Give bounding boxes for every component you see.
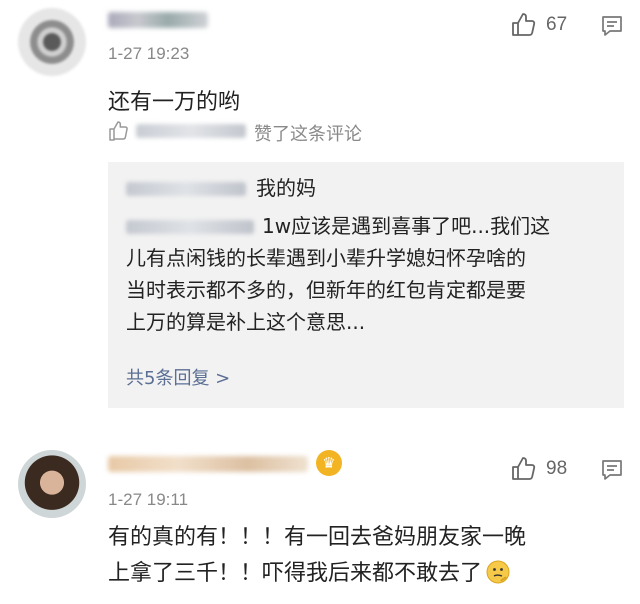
comment-text-line: 有的真的有！！！有一回去爸妈朋友家一晚 (108, 525, 527, 550)
thumbs-up-icon[interactable] (510, 12, 536, 38)
comment-item: 1-27 19:23 67 还有一万的哟 赞了这条评论 我的妈 1w应该是遇到喜… (0, 0, 640, 430)
liked-by-username-blurred[interactable] (136, 124, 246, 138)
comment-text-line: 上拿了三千！！吓得我后来都不敢去了 (108, 556, 608, 592)
comment-reply-icon[interactable] (600, 14, 624, 38)
comment-reply-icon[interactable] (600, 458, 624, 482)
like-count: 67 (546, 14, 568, 35)
liked-by-row: 赞了这条评论 (108, 120, 508, 145)
username-blurred[interactable] (108, 12, 208, 28)
reply-text: 我的妈 (256, 176, 316, 200)
comment-timestamp: 1-27 19:23 (108, 44, 190, 63)
replies-box: 我的妈 1w应该是遇到喜事了吧...我们这 儿有点闲钱的长辈遇到小辈升学媳妇怀孕… (108, 162, 624, 408)
comment-item: ♛ 1-27 19:11 98 有的真的有！！！有一回去爸妈朋友家一晚 上拿了三… (0, 430, 640, 604)
comment-text-line-content: 上拿了三千！！吓得我后来都不敢去了 (108, 561, 483, 586)
reply-username-blurred[interactable] (126, 220, 254, 234)
view-all-replies-link[interactable]: 共5条回复 > (126, 364, 230, 390)
comment-text: 还有一万的哟 (108, 90, 241, 115)
username-blurred[interactable] (108, 456, 308, 472)
avatar[interactable] (18, 8, 86, 76)
avatar[interactable] (18, 450, 86, 518)
liked-thumb-icon (109, 121, 128, 141)
reply-username-blurred[interactable] (126, 182, 246, 196)
crown-badge-icon: ♛ (316, 450, 342, 476)
comment-timestamp: 1-27 19:11 (108, 490, 189, 509)
reply-text-continued: 当时表示都不多的，但新年的红包肯定都是要 (126, 278, 526, 302)
thumbs-up-icon[interactable] (510, 456, 536, 482)
like-count: 98 (546, 458, 568, 479)
reply-text-continued: 上万的算是补上这个意思... (126, 310, 366, 334)
liked-by-label: 赞了这条评论 (254, 124, 362, 145)
reply-text: 1w应该是遇到喜事了吧...我们这 (262, 214, 551, 238)
reply-text-continued: 儿有点闲钱的长辈遇到小辈升学媳妇怀孕啥的 (126, 246, 526, 270)
thinking-emoji-icon (486, 560, 510, 584)
comment-text: 有的真的有！！！有一回去爸妈朋友家一晚 上拿了三千！！吓得我后来都不敢去了 (108, 520, 608, 592)
